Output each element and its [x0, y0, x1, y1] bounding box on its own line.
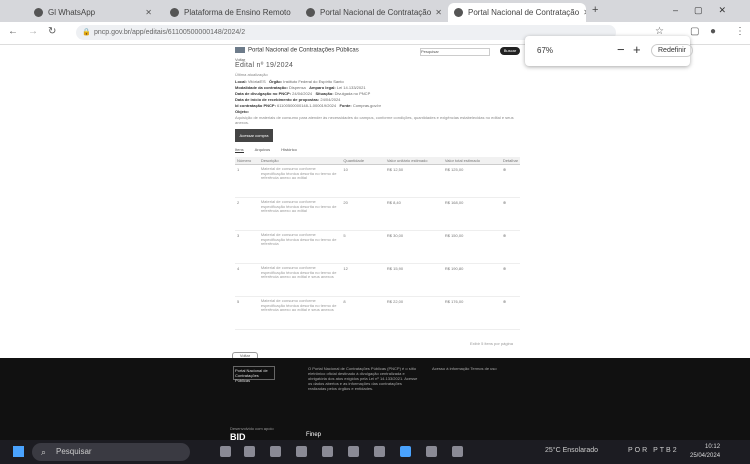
detail-button[interactable]: ⊕ [500, 296, 520, 330]
new-tab-button[interactable]: + [592, 4, 598, 16]
menu-kebab-icon[interactable]: ⋮ [735, 26, 745, 37]
page-viewport: Portal Nacional de Contratações Públicas… [0, 45, 750, 360]
browser-tab-whatsapp[interactable]: Gl WhatsApp ✕ [28, 3, 158, 22]
footer-logo: Portal Nacional de Contratações Públicas [233, 366, 275, 383]
field-row: Id contratação PNCP: 61100500000148-1-00… [235, 103, 381, 108]
app-icon[interactable] [296, 446, 307, 457]
pncp-favicon-icon [306, 8, 315, 17]
column-header[interactable]: Descrição [258, 157, 342, 165]
windows-taskbar: ⌕ Pesquisar 25°C Ensolarado POR PTB2 10:… [0, 440, 750, 464]
browser-tab-pncp-1[interactable]: Portal Nacional de Contratação ✕ [300, 3, 445, 22]
task-view-icon[interactable] [220, 446, 231, 457]
browser-tab-strip: Gl WhatsApp ✕ Plataforma de Ensino Remot… [0, 0, 750, 22]
taskbar-search[interactable]: ⌕ Pesquisar [32, 443, 190, 461]
column-header[interactable]: Quantidade [341, 157, 385, 165]
pncp-favicon-icon [454, 8, 463, 17]
zoom-popup: 67% − + Redefinir [525, 36, 694, 66]
profile-avatar-icon[interactable]: ● [710, 26, 716, 37]
back-arrow-icon[interactable]: ← [8, 26, 18, 37]
zoom-reset-button[interactable]: Redefinir [651, 44, 694, 57]
content-tabs: Itens Arquivos Histórico [235, 147, 307, 153]
finep-logo: Finep [306, 432, 322, 438]
close-tab-icon[interactable]: ✕ [291, 8, 294, 17]
app-icon[interactable] [244, 446, 255, 457]
field-row: Objeto: [235, 109, 249, 114]
forward-arrow-icon[interactable]: → [28, 26, 38, 37]
close-tab-icon[interactable]: ✕ [431, 8, 442, 17]
sponsor-label: Desenvolvido com apoio [230, 426, 274, 431]
access-purchase-button[interactable]: Acessar compra [235, 129, 273, 142]
browser-tab-ensino[interactable]: Plataforma de Ensino Remoto ✕ [164, 3, 294, 22]
table-row: 2 Material de consumo conforme especific… [235, 197, 520, 231]
app-icon[interactable] [426, 446, 437, 457]
close-tab-icon[interactable]: ✕ [579, 8, 586, 17]
system-tray[interactable]: POR PTB2 [628, 447, 679, 454]
page-title: Edital nº 19/2024 [235, 62, 294, 69]
table-row: 5 Material de consumo conforme especific… [235, 296, 520, 330]
zoom-out-button[interactable]: − [617, 42, 625, 57]
column-header[interactable]: Detalhar [500, 157, 520, 165]
field-row: Data de início de recebimento de propost… [235, 97, 341, 102]
field-row: Local: Vitória/ES Órgão: Instituto Feder… [235, 79, 344, 84]
detail-button[interactable]: ⊕ [500, 164, 520, 198]
windows-start-icon[interactable] [13, 446, 24, 457]
search-input[interactable]: Pesquisar [420, 48, 490, 56]
app-icon[interactable] [452, 446, 463, 457]
table-row: 1 Material de consumo conforme especific… [235, 164, 520, 198]
pncp-logo[interactable]: Portal Nacional de Contratações Públicas [235, 47, 359, 54]
window-controls[interactable]: –▢✕ [673, 5, 742, 16]
taskbar-clock[interactable]: 10:12 25/04/2024 [690, 443, 720, 461]
field-row: Modalidade da contratação: Dispensa Ampa… [235, 85, 366, 90]
detail-button[interactable]: ⊕ [500, 263, 520, 297]
object-description: Aquisição de materiais de consumo para a… [235, 115, 514, 125]
tab-arquivos[interactable]: Arquivos [255, 147, 271, 152]
detail-button[interactable]: ⊕ [500, 230, 520, 264]
app-icon[interactable] [270, 446, 281, 457]
detail-button[interactable]: ⊕ [500, 197, 520, 231]
search-icon: ⌕ [41, 447, 47, 457]
column-header[interactable]: Valor total estimado [442, 157, 501, 165]
reload-icon[interactable]: ↻ [48, 26, 56, 37]
table-row: 4 Material de consumo conforme especific… [235, 263, 520, 297]
last-update-text: Última atualização [235, 72, 268, 77]
app-icon[interactable] [374, 446, 385, 457]
table-header-row: Número Descrição Quantidade Valor unitár… [235, 157, 520, 165]
site-footer: Portal Nacional de Contratações Públicas… [0, 358, 750, 442]
tab-itens[interactable]: Itens [235, 147, 244, 153]
browser-tab-pncp-active[interactable]: Portal Nacional de Contratação ✕ [448, 3, 586, 22]
footer-about-text: O Portal Nacional de Contratações Públic… [308, 366, 418, 391]
pncp-page: Portal Nacional de Contratações Públicas… [230, 45, 522, 360]
table-row: 3 Material de consumo conforme especific… [235, 230, 520, 264]
site-favicon-icon [170, 8, 179, 17]
whatsapp-icon [34, 8, 43, 17]
footer-links[interactable]: Acesso à informação Termos de uso [432, 366, 512, 371]
chrome-icon[interactable] [400, 446, 411, 457]
column-header[interactable]: Valor unitário estimado [384, 157, 443, 165]
column-header[interactable]: Número [235, 157, 259, 165]
items-table: Número Descrição Quantidade Valor unitár… [235, 157, 520, 330]
tab-historico[interactable]: Histórico [281, 147, 297, 152]
weather-widget[interactable]: 25°C Ensolarado [545, 447, 598, 454]
app-icon[interactable] [322, 446, 333, 457]
search-button[interactable]: Buscar [500, 47, 520, 55]
lock-icon: 🔒 [82, 29, 91, 36]
app-icon[interactable] [348, 446, 359, 457]
close-tab-icon[interactable]: ✕ [141, 8, 152, 17]
zoom-in-button[interactable]: + [633, 42, 641, 57]
pagination-text[interactable]: Exibir 5 itens por página [470, 341, 513, 346]
field-row: Data de divulgação no PNCP: 24/04/2024 S… [235, 91, 371, 96]
zoom-level: 67% [537, 46, 554, 55]
sidepanel-icon[interactable]: ▢ [690, 26, 699, 37]
